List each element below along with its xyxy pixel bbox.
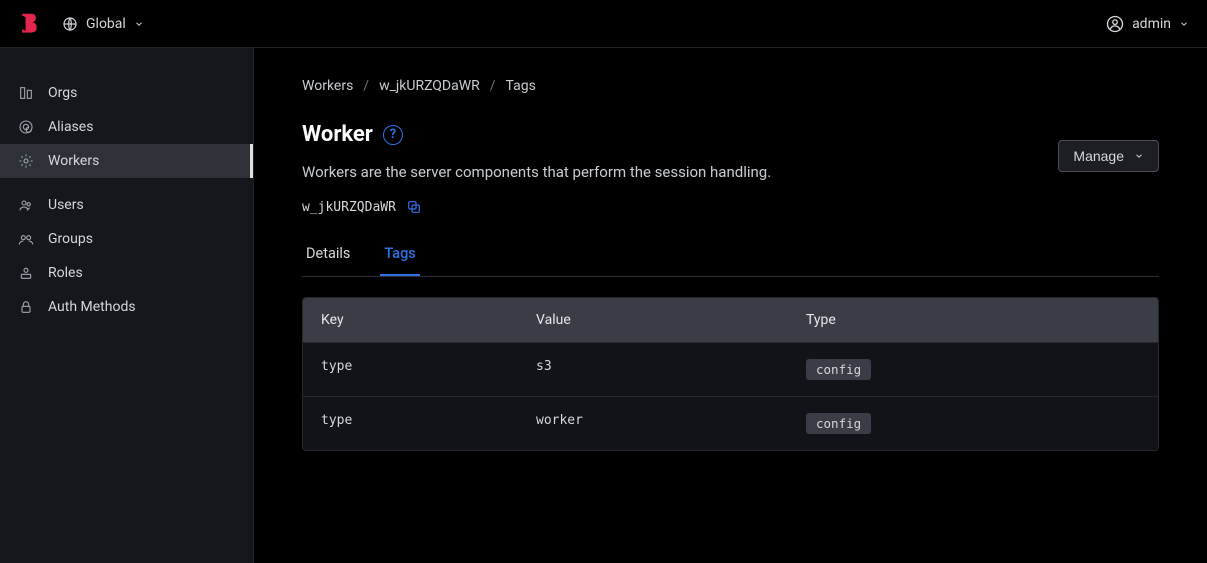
- worker-icon: [18, 153, 34, 169]
- help-icon[interactable]: ?: [383, 125, 403, 145]
- page-title-text: Worker: [302, 122, 373, 147]
- breadcrumb-item: Tags: [506, 78, 536, 94]
- type-badge: config: [806, 359, 871, 380]
- roles-icon: [18, 265, 34, 281]
- users-icon: [18, 197, 34, 213]
- sidebar-item-roles[interactable]: Roles: [0, 256, 253, 290]
- cell-value: s3: [518, 343, 788, 396]
- breadcrumb-item[interactable]: Workers: [302, 78, 353, 94]
- breadcrumb-sep: /: [363, 78, 369, 94]
- manage-button-label: Manage: [1073, 148, 1124, 164]
- sidebar-item-orgs[interactable]: Orgs: [0, 76, 253, 110]
- tags-table: Key Value Type types3 config typeworker con…: [302, 297, 1159, 451]
- globe-icon: [62, 16, 78, 32]
- sidebar-item-label: Workers: [48, 153, 99, 169]
- th-value: Value: [518, 298, 788, 342]
- sidebar-item-label: Auth Methods: [48, 299, 136, 315]
- resource-id: w_jkURZQDaWR: [302, 200, 396, 215]
- table-header: Key Value Type: [303, 298, 1158, 342]
- page-title: Worker ?: [302, 122, 771, 147]
- user-icon: [1106, 15, 1124, 33]
- resource-id-row: w_jkURZQDaWR: [302, 199, 771, 215]
- chevron-down-icon: [1179, 19, 1189, 29]
- tab-details[interactable]: Details: [302, 237, 354, 276]
- scope-switcher[interactable]: Global: [62, 16, 144, 32]
- groups-icon: [18, 231, 34, 247]
- sidebar-item-groups[interactable]: Groups: [0, 222, 253, 256]
- scope-label: Global: [86, 16, 126, 32]
- cell-actions: [1073, 397, 1158, 450]
- topbar: Global admin: [0, 0, 1207, 48]
- sidebar-item-label: Aliases: [48, 119, 93, 135]
- sidebar-item-workers[interactable]: Workers: [0, 144, 253, 178]
- product-logo: [18, 12, 40, 36]
- table-row: types3 config: [303, 342, 1158, 396]
- th-actions: [1073, 298, 1158, 342]
- page-subtitle: Workers are the server components that p…: [302, 163, 771, 181]
- copy-icon[interactable]: [406, 199, 422, 215]
- th-key: Key: [303, 298, 518, 342]
- cell-actions: [1073, 343, 1158, 396]
- sidebar: Orgs Aliases Workers Users Groups Roles Auth M…: [0, 48, 254, 563]
- alias-icon: [18, 119, 34, 135]
- chevron-down-icon: [1134, 151, 1144, 161]
- table-row: typeworker config: [303, 396, 1158, 450]
- sidebar-item-auth-methods[interactable]: Auth Methods: [0, 290, 253, 324]
- user-label: admin: [1132, 16, 1171, 32]
- cell-key: type: [303, 397, 518, 450]
- chevron-down-icon: [134, 19, 144, 29]
- sidebar-item-label: Roles: [48, 265, 83, 281]
- sidebar-item-label: Users: [48, 197, 84, 213]
- cell-type: config: [788, 397, 1073, 450]
- main-content: Workers / w_jkURZQDaWR / Tags Worker ? Worke…: [254, 48, 1207, 563]
- manage-button[interactable]: Manage: [1058, 140, 1159, 172]
- user-menu[interactable]: admin: [1106, 15, 1189, 33]
- table-body: types3 config typeworker config: [303, 342, 1158, 450]
- th-type: Type: [788, 298, 1073, 342]
- sidebar-item-aliases[interactable]: Aliases: [0, 110, 253, 144]
- tab-tags[interactable]: Tags: [380, 237, 419, 276]
- breadcrumb: Workers / w_jkURZQDaWR / Tags: [302, 78, 1159, 94]
- org-icon: [18, 85, 34, 101]
- sidebar-item-label: Groups: [48, 231, 93, 247]
- breadcrumb-sep: /: [490, 78, 496, 94]
- sidebar-item-label: Orgs: [48, 85, 77, 101]
- auth-icon: [18, 299, 34, 315]
- sidebar-item-users[interactable]: Users: [0, 188, 253, 222]
- breadcrumb-item[interactable]: w_jkURZQDaWR: [379, 78, 480, 94]
- topbar-left: Global: [18, 12, 144, 36]
- type-badge: config: [806, 413, 871, 434]
- cell-value: worker: [518, 397, 788, 450]
- cell-type: config: [788, 343, 1073, 396]
- tabs: Details Tags: [302, 237, 1159, 277]
- cell-key: type: [303, 343, 518, 396]
